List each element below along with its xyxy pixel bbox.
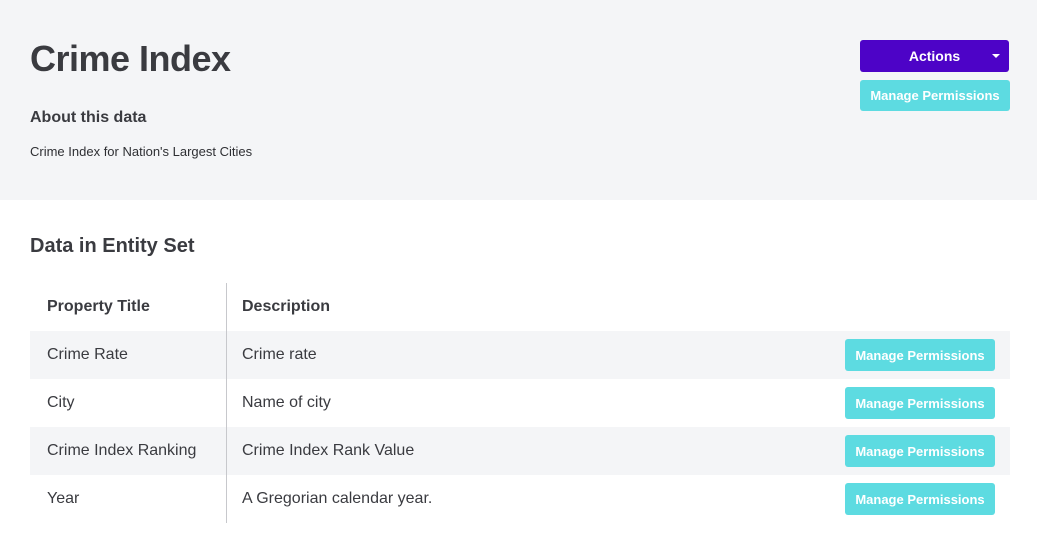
property-title-cell: Crime Rate	[47, 346, 128, 363]
property-description-cell: Crime Index Rank Value	[242, 442, 415, 459]
table-row: Year A Gregorian calendar year. Manage P…	[30, 475, 1010, 523]
row-manage-permissions-button[interactable]: Manage Permissions	[845, 387, 995, 419]
property-table: Property Title Description Crime Rate Cr…	[30, 283, 1010, 523]
page-title: Crime Index	[30, 38, 231, 79]
column-header-property-title: Property Title	[47, 298, 150, 315]
table-header-row: Property Title Description	[30, 283, 1010, 331]
column-header-description: Description	[242, 298, 331, 315]
property-description-cell: A Gregorian calendar year.	[242, 490, 433, 507]
about-heading: About this data	[30, 109, 147, 126]
section-title: Data in Entity Set	[30, 235, 195, 257]
actions-dropdown-button[interactable]: Actions	[860, 40, 1009, 72]
actions-button-label: Actions	[908, 48, 961, 64]
header-panel: Crime Index About this data Crime Index …	[0, 0, 1037, 200]
about-description: Crime Index for Nation's Largest Cities	[30, 144, 253, 159]
column-divider	[226, 283, 227, 523]
table-row: City Name of city Manage Permissions	[30, 379, 1010, 427]
row-manage-permissions-button[interactable]: Manage Permissions	[845, 339, 995, 371]
property-title-cell: Crime Index Ranking	[47, 442, 197, 459]
property-title-cell: Year	[47, 490, 80, 507]
manage-permissions-button[interactable]: Manage Permissions	[860, 80, 1010, 111]
row-manage-permissions-button[interactable]: Manage Permissions	[845, 435, 995, 467]
property-title-cell: City	[47, 394, 75, 411]
property-description-cell: Name of city	[242, 394, 331, 411]
caret-down-icon	[992, 54, 1000, 58]
table-row: Crime Index Ranking Crime Index Rank Val…	[30, 427, 1010, 475]
table-row: Crime Rate Crime rate Manage Permissions	[30, 331, 1010, 379]
property-description-cell: Crime rate	[242, 346, 317, 363]
row-manage-permissions-button[interactable]: Manage Permissions	[845, 483, 995, 515]
